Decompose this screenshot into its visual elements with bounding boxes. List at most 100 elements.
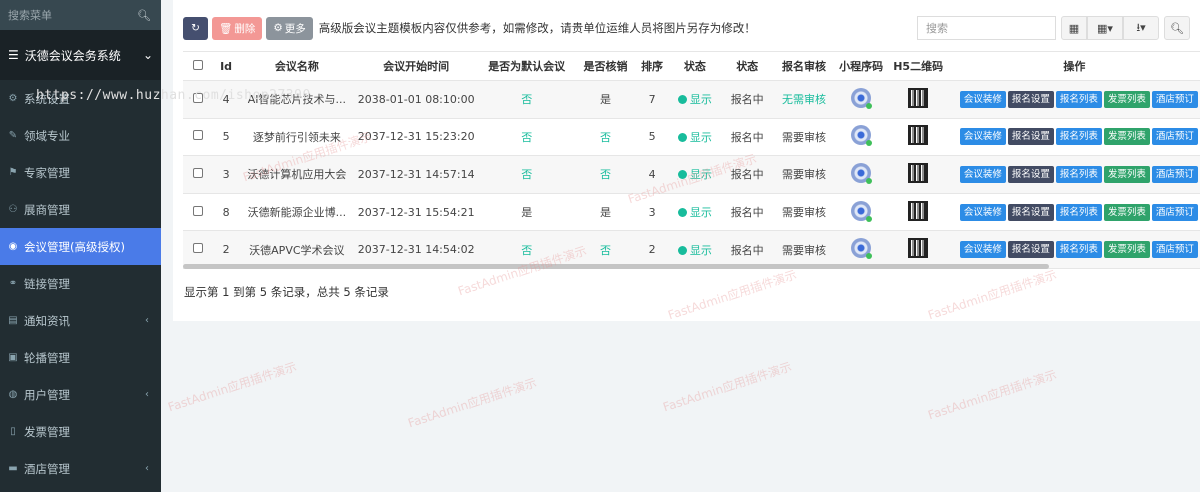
cell-default[interactable]: 否	[477, 230, 576, 269]
sidebar-item[interactable]: ▣ 轮播管理	[0, 339, 161, 376]
action-button[interactable]: 报名列表	[1055, 203, 1102, 221]
sidebar-search-input[interactable]: 搜索菜单	[8, 7, 52, 23]
sidebar-item[interactable]: ✎ 领域专业	[0, 117, 161, 154]
cell-verify[interactable]: 否	[575, 118, 636, 157]
cell-verify[interactable]: 是	[575, 80, 636, 119]
sidebar-item[interactable]: ▬ 酒店管理 ‹	[0, 450, 161, 487]
action-button[interactable]: 会议装修	[959, 128, 1006, 146]
cell-status[interactable]: 显示	[668, 193, 722, 232]
cell-miniapp-code[interactable]	[834, 80, 888, 119]
sidebar-item[interactable]: ⚑ 专家管理	[0, 154, 161, 191]
action-button[interactable]: 酒店预订	[1151, 128, 1198, 146]
qrcode-icon[interactable]	[908, 238, 929, 259]
cell-status[interactable]: 显示	[668, 155, 722, 194]
cell-default[interactable]: 否	[477, 80, 576, 119]
cell-verify[interactable]: 否	[575, 155, 636, 194]
action-button[interactable]: 会议装修	[959, 241, 1006, 259]
col-audit[interactable]: 报名审核	[773, 51, 835, 81]
action-button[interactable]: 报名列表	[1055, 241, 1102, 259]
action-button[interactable]: 酒店预订	[1151, 90, 1198, 108]
qrcode-icon[interactable]	[908, 162, 929, 183]
cell-miniapp-code[interactable]	[834, 193, 888, 232]
col-status[interactable]: 状态	[668, 51, 722, 81]
sidebar-item[interactable]: ⚭ 链接管理	[0, 265, 161, 302]
action-button[interactable]: 酒店预订	[1151, 203, 1198, 221]
col-default[interactable]: 是否为默认会议	[477, 51, 576, 81]
horizontal-scrollbar[interactable]	[183, 264, 1049, 269]
cell-status[interactable]: 显示	[668, 118, 722, 157]
sidebar-item[interactable]: ⚇ 展商管理	[0, 191, 161, 228]
miniapp-code-icon[interactable]	[851, 238, 873, 260]
sidebar-item-label: 领域专业	[24, 128, 70, 143]
miniapp-code-icon[interactable]	[851, 200, 873, 222]
action-button[interactable]: 酒店预订	[1151, 241, 1198, 259]
cell-h5-qrcode[interactable]	[887, 155, 949, 194]
row-checkbox[interactable]	[183, 118, 214, 157]
export-icon[interactable]: ▦	[1061, 16, 1087, 40]
miniapp-code-icon[interactable]	[851, 87, 873, 109]
cell-miniapp-code[interactable]	[834, 230, 888, 269]
sidebar-group-header[interactable]: ☰ 沃德会议会务系统 ⌄	[0, 30, 161, 80]
col-name[interactable]: 会议名称	[239, 51, 355, 81]
action-button[interactable]: 报名列表	[1055, 128, 1102, 146]
miniapp-code-icon[interactable]	[851, 125, 873, 147]
action-button[interactable]: 发票列表	[1103, 90, 1150, 108]
cell-default[interactable]: 否	[477, 118, 576, 157]
image-icon: ▣	[8, 352, 18, 363]
action-button[interactable]: 报名设置	[1007, 90, 1054, 108]
miniapp-code-icon[interactable]	[851, 162, 873, 184]
action-button[interactable]: 报名列表	[1055, 165, 1102, 183]
columns-dropdown-icon[interactable]: ▦▾	[1087, 16, 1123, 40]
sidebar-item[interactable]: ▤ 通知资讯 ‹	[0, 302, 161, 339]
action-button[interactable]: 会议装修	[959, 165, 1006, 183]
action-button[interactable]: 报名设置	[1007, 165, 1054, 183]
cell-default[interactable]: 是	[477, 193, 576, 232]
select-all-checkbox[interactable]	[183, 51, 214, 81]
cell-verify[interactable]: 是	[575, 193, 636, 232]
search-input[interactable]: 搜索	[917, 16, 1056, 40]
action-button[interactable]: 报名列表	[1055, 90, 1102, 108]
action-button[interactable]: 会议装修	[959, 203, 1006, 221]
qrcode-icon[interactable]	[908, 200, 929, 221]
cell-state: 报名中	[721, 118, 774, 157]
col-state[interactable]: 状态	[721, 51, 774, 81]
row-checkbox[interactable]	[183, 193, 214, 232]
action-button[interactable]: 发票列表	[1103, 128, 1150, 146]
more-button[interactable]: ⚙ 更多	[266, 16, 313, 40]
sidebar-item[interactable]: ◉ 会议管理(高级授权)	[0, 228, 161, 265]
cell-status[interactable]: 显示	[668, 80, 722, 119]
col-start[interactable]: 会议开始时间	[354, 51, 478, 81]
search-toggle-icon[interactable]: 🔍︎	[1164, 16, 1190, 40]
col-verify[interactable]: 是否核销	[575, 51, 636, 81]
download-dropdown-icon[interactable]: ⭳▾	[1123, 16, 1159, 40]
cell-h5-qrcode[interactable]	[887, 80, 949, 119]
row-checkbox[interactable]	[183, 155, 214, 194]
cell-miniapp-code[interactable]	[834, 118, 888, 157]
delete-button[interactable]: 🗑︎ 删除	[212, 16, 263, 40]
action-button[interactable]: 发票列表	[1103, 203, 1150, 221]
cell-verify[interactable]: 否	[575, 230, 636, 269]
qrcode-icon[interactable]	[908, 125, 929, 146]
search-icon[interactable]: 🔍︎	[137, 9, 151, 22]
cell-h5-qrcode[interactable]	[887, 118, 949, 157]
row-checkbox[interactable]	[183, 230, 214, 269]
action-button[interactable]: 报名设置	[1007, 128, 1054, 146]
cell-default[interactable]: 否	[477, 155, 576, 194]
cell-h5-qrcode[interactable]	[887, 230, 949, 269]
sidebar-search[interactable]: 搜索菜单 🔍︎	[0, 0, 161, 30]
action-button[interactable]: 报名设置	[1007, 241, 1054, 259]
col-id[interactable]: Id	[213, 51, 240, 81]
cell-miniapp-code[interactable]	[834, 155, 888, 194]
action-button[interactable]: 发票列表	[1103, 241, 1150, 259]
qrcode-icon[interactable]	[908, 87, 929, 108]
cell-h5-qrcode[interactable]	[887, 193, 949, 232]
sidebar-item[interactable]: ▯ 发票管理	[0, 413, 161, 450]
action-button[interactable]: 报名设置	[1007, 203, 1054, 221]
refresh-button[interactable]: ↻	[183, 16, 208, 40]
action-button[interactable]: 酒店预订	[1151, 165, 1198, 183]
action-button[interactable]: 发票列表	[1103, 165, 1150, 183]
cell-status[interactable]: 显示	[668, 230, 722, 269]
sidebar-item[interactable]: ◍ 用户管理 ‹	[0, 376, 161, 413]
action-button[interactable]: 会议装修	[959, 90, 1006, 108]
col-sort[interactable]: 排序	[635, 51, 669, 81]
